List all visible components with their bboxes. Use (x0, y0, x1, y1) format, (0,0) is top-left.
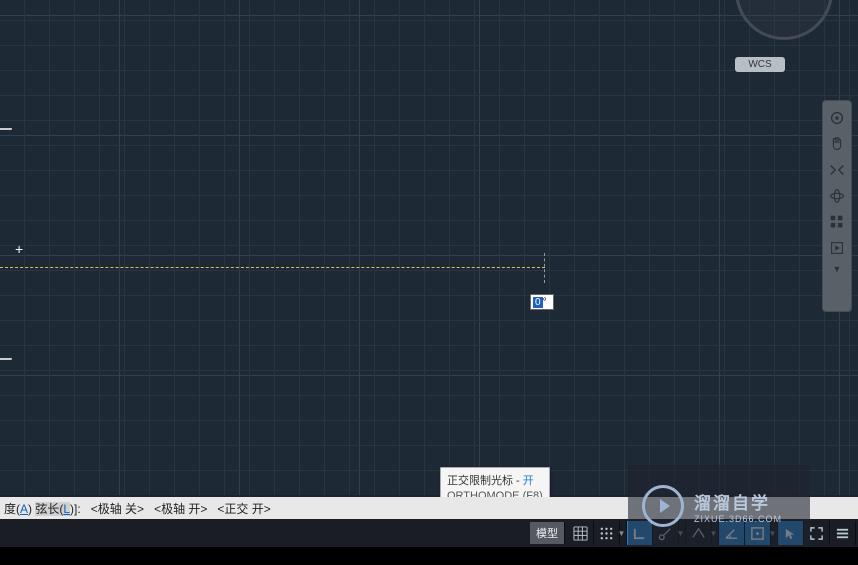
watermark-url: ZIXUE.3D66.COM (694, 514, 782, 524)
snap-toggle[interactable] (594, 521, 620, 545)
viewcube-button[interactable] (823, 209, 851, 235)
hand-icon (828, 135, 846, 153)
fullscreen-icon (809, 526, 824, 541)
zoom-button[interactable] (823, 157, 851, 183)
taskbar-strip (0, 547, 858, 565)
cmd-opt-chord[interactable]: 弦长( (35, 502, 63, 516)
tooltip-title: 正交限制光标 - (447, 475, 523, 487)
cmd-text: 度( (4, 502, 20, 516)
angle-input[interactable]: 0 ° (530, 294, 554, 310)
model-tab[interactable]: 模型 (530, 522, 565, 544)
orbit-button[interactable] (823, 183, 851, 209)
snap-dropdown[interactable]: ▼ (620, 521, 627, 545)
grid-icon (573, 526, 588, 541)
compass-ring (735, 0, 833, 40)
watermark-play-icon (642, 485, 684, 527)
customize-button[interactable] (830, 521, 856, 545)
orbit-icon (828, 187, 846, 205)
watermark: 溜溜自学 ZIXUE.3D66.COM (628, 465, 810, 547)
model-tab-label: 模型 (536, 525, 558, 541)
cmd-opt-angle[interactable]: A (20, 502, 28, 516)
watermark-title: 溜溜自学 (694, 489, 782, 514)
menu-icon (835, 526, 850, 541)
home-icon (828, 109, 846, 127)
wcs-label: WCS (748, 59, 771, 70)
wcs-badge[interactable]: WCS (735, 57, 785, 72)
tick-mark (0, 128, 12, 132)
view-compass[interactable]: 南 (735, 0, 835, 45)
snap-dots-icon (599, 526, 614, 541)
tick-mark (0, 358, 12, 362)
construction-line (0, 267, 545, 268)
more-nav-button[interactable]: ▼ (823, 261, 851, 277)
cursor-tracking-line (544, 253, 545, 283)
angle-value: 0 (533, 297, 543, 308)
pan-button[interactable] (823, 131, 851, 157)
grid-toggle[interactable] (568, 521, 594, 545)
play-icon (828, 239, 846, 257)
zoom-full-button[interactable] (823, 105, 851, 131)
chevron-down-icon: ▼ (833, 264, 842, 274)
drawing-canvas[interactable]: + 0 ° 南 WCS ▼ (0, 0, 858, 495)
navigation-bar: ▼ (822, 100, 852, 312)
zoom-icon (828, 161, 846, 179)
cmd-text: )]: <极轴 关> <极轴 开> <正交 开> (70, 502, 271, 516)
grid-small-icon (828, 213, 846, 231)
crosshair-marker: + (15, 246, 24, 255)
angle-suffix: ° (543, 297, 547, 308)
tooltip-state: 开 (523, 475, 534, 487)
play-button[interactable] (823, 235, 851, 261)
